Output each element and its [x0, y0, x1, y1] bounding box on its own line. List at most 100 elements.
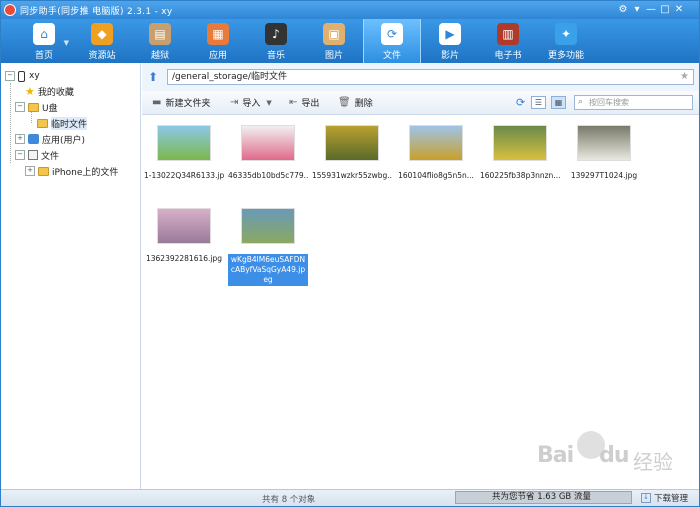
export-label: 导出	[301, 99, 320, 109]
maximize-button[interactable]: □	[658, 3, 672, 17]
files-label: 文件	[41, 151, 60, 162]
image-thumbnail[interactable]	[577, 125, 631, 161]
window-controls: ⚙ ▾ — □ ✕	[616, 3, 686, 17]
toolbar-tab-label: 图片	[324, 51, 343, 61]
close-button[interactable]: ✕	[672, 3, 686, 17]
bookmark-star-icon[interactable]: ★	[680, 70, 689, 84]
file-item[interactable]: 1362392281616.jpg	[144, 208, 224, 264]
toolbar-tab-5[interactable]: ▣ 图片	[305, 19, 363, 63]
download-icon: ↓	[641, 493, 651, 503]
image-thumbnail[interactable]	[241, 208, 295, 244]
iphone-files-label: iPhone上的文件	[52, 167, 119, 178]
chevron-down-icon[interactable]: ▼	[266, 99, 271, 107]
settings-icon[interactable]: ⚙	[616, 3, 630, 17]
file-item[interactable]: 160104flio8g5n5n...	[396, 125, 476, 181]
dropdown-icon[interactable]: ▾	[630, 3, 644, 17]
tree-temp-folder[interactable]: 临时文件	[37, 116, 88, 130]
toolbar-tab-label: 音乐	[266, 51, 285, 61]
apps-icon: ▦	[207, 23, 229, 45]
status-bar: 共有 8 个对象 共为您节省 1.63 GB 流量 ↓ 下载管理	[1, 489, 699, 506]
star-icon: ★	[25, 84, 35, 98]
file-action-bar: ▬ 新建文件夹 ⇥ 导入 ▼ ⇤ 导出 🗑 删除 ⟳ ☰ ▦ ⌕ 按回车搜索	[142, 91, 699, 115]
tree-files[interactable]: − 文件	[15, 148, 59, 162]
export-icon: ⇤	[289, 97, 298, 108]
toolbar-tab-2[interactable]: ▤ 越狱	[131, 19, 189, 63]
toolbar-tab-label: 应用	[208, 51, 227, 61]
file-item[interactable]: wKgB4lM6euSAFDNcAByfVaSqGyA49.jpeg	[228, 208, 308, 286]
expand-icon[interactable]: +	[15, 134, 25, 144]
toolbar-tab-label: 资源站	[88, 51, 116, 61]
video-icon: ▶	[439, 23, 461, 45]
toolbar-tab-8[interactable]: ▥ 电子书	[479, 19, 537, 63]
collapse-icon[interactable]: −	[5, 71, 15, 81]
file-item[interactable]: 46335db10bd5c779...	[228, 125, 308, 181]
chevron-down-icon[interactable]: ▼	[64, 39, 69, 47]
import-icon: ⇥	[230, 97, 239, 108]
device-name: xy	[29, 71, 40, 81]
toolbar-tab-1[interactable]: ◆ 资源站	[73, 19, 131, 63]
more-icon: ✦	[555, 23, 577, 45]
folder-icon	[37, 118, 48, 128]
path-input[interactable]: /general_storage/临时文件 ★	[167, 69, 694, 85]
toolbar-tab-0[interactable]: ⌂ 首页 ▼	[15, 19, 73, 63]
toolbar-tab-3[interactable]: ▦ 应用	[189, 19, 247, 63]
bag-icon: ◆	[91, 23, 113, 45]
tree-apps[interactable]: + 应用(用户)	[15, 132, 85, 146]
file-name: wKgB4lM6euSAFDNcAByfVaSqGyA49.jpeg	[228, 254, 308, 286]
toolbar-tab-7[interactable]: ▶ 影片	[421, 19, 479, 63]
import-button[interactable]: ⇥ 导入 ▼	[230, 96, 276, 109]
file-item[interactable]: 1-13022Q34R6133.jpg	[144, 125, 224, 181]
file-item[interactable]: 160225fb38p3nnzn...	[480, 125, 560, 181]
up-arrow-icon[interactable]: ⬆	[148, 70, 158, 84]
toolbar-tab-9[interactable]: ✦ 更多功能	[537, 19, 595, 63]
image-thumbnail[interactable]	[409, 125, 463, 161]
watermark-brand: Bai du	[537, 443, 630, 468]
baidu-watermark: Bai du 经验	[537, 431, 687, 476]
tree-iphone-files[interactable]: + iPhone上的文件	[25, 164, 118, 178]
expand-icon[interactable]: +	[25, 166, 35, 176]
search-placeholder: 按回车搜索	[589, 98, 629, 107]
toolbar-tab-6[interactable]: ⟳ 文件	[363, 19, 421, 63]
ebook-icon: ▥	[497, 23, 519, 45]
toolbar-tab-label: 更多功能	[547, 51, 584, 61]
app-window: 同步助手(同步推 电脑版) 2.3.1 - xy ⚙ ▾ — □ ✕ ⌂ 首页 ▼ ◆…	[0, 0, 700, 507]
image-thumbnail[interactable]	[157, 208, 211, 244]
file-name: 1362392281616.jpg	[145, 254, 223, 263]
file-item[interactable]: 139297T1024.jpg	[564, 125, 644, 181]
toolbar-tab-label: 影片	[440, 51, 459, 61]
delete-button[interactable]: 🗑 删除	[338, 96, 373, 109]
apps-label: 应用(用户)	[42, 135, 86, 146]
grid-view-button[interactable]: ▦	[551, 96, 566, 109]
window-title: 同步助手(同步推 电脑版) 2.3.1 - xy	[20, 6, 173, 17]
tree-udisk[interactable]: − U盘	[15, 100, 58, 114]
export-button[interactable]: ⇤ 导出	[289, 96, 319, 109]
device-tree: − xy ★ 我的收藏 − U盘 临时文件 + 应用(用户) − 文件 + iP…	[1, 63, 141, 489]
file-name: 155931wzkr55zwbg...	[312, 171, 392, 180]
tree-device[interactable]: − xy	[5, 69, 40, 83]
app-logo-icon	[4, 4, 16, 16]
toolbar-tab-label: 电子书	[494, 51, 522, 61]
collapse-icon[interactable]: −	[15, 150, 25, 160]
image-thumbnail[interactable]	[493, 125, 547, 161]
file-name: 46335db10bd5c779...	[228, 171, 308, 180]
tree-favorites[interactable]: ★ 我的收藏	[25, 84, 74, 98]
image-thumbnail[interactable]	[241, 125, 295, 161]
apps-icon	[28, 134, 39, 144]
toolbar-tab-4[interactable]: ♪ 音乐	[247, 19, 305, 63]
image-thumbnail[interactable]	[325, 125, 379, 161]
collapse-icon[interactable]: −	[15, 102, 25, 112]
music-icon: ♪	[265, 23, 287, 45]
minimize-button[interactable]: —	[644, 3, 658, 17]
file-item[interactable]: 155931wzkr55zwbg...	[312, 125, 392, 181]
list-view-button[interactable]: ☰	[531, 96, 546, 109]
address-area: ⬆ /general_storage/临时文件 ★	[142, 63, 699, 91]
search-input[interactable]: ⌕ 按回车搜索	[574, 95, 693, 110]
main-toolbar: ⌂ 首页 ▼ ◆ 资源站 ▤ 越狱 ▦ 应用 ♪ 音乐 ▣ 图片 ⟳ 文件 ▶ 影片 ▥ 电子书 ✦ 更多功能	[1, 19, 699, 63]
image-thumbnail[interactable]	[157, 125, 211, 161]
folder-icon	[28, 102, 39, 112]
new-folder-button[interactable]: ▬ 新建文件夹	[152, 96, 210, 109]
object-count: 共有 8 个对象	[262, 495, 316, 505]
download-manager-button[interactable]: ↓ 下载管理	[641, 492, 688, 504]
refresh-icon[interactable]: ⟳	[516, 96, 525, 109]
file-name: 139297T1024.jpg	[570, 171, 638, 180]
